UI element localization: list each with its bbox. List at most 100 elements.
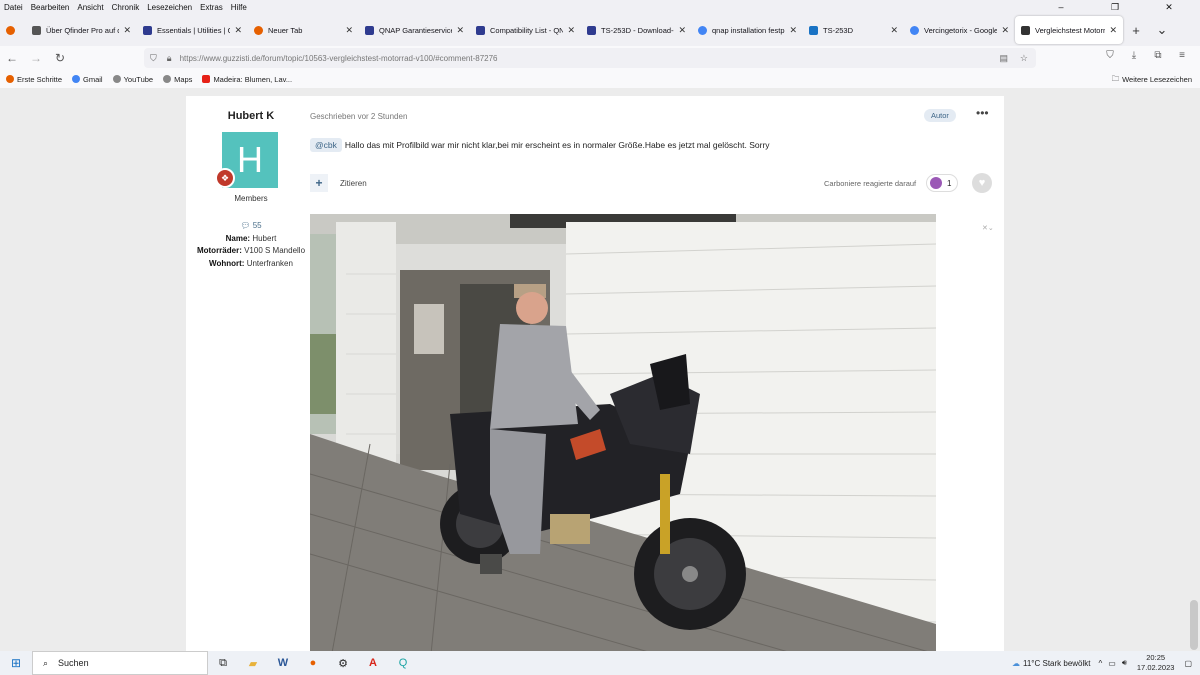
close-icon[interactable]: ✕ (345, 25, 353, 36)
notification-icon[interactable]: ▢ (1184, 659, 1192, 668)
motorcycle-photo (310, 214, 936, 651)
search-icon: ⌕ (43, 657, 49, 668)
google-icon (910, 25, 919, 35)
menu-lesezeichen[interactable]: Lesezeichen (147, 3, 192, 12)
qfinder-icon[interactable]: Q (388, 657, 418, 669)
multiquote-button[interactable]: + (310, 174, 328, 192)
download-icon[interactable]: ⤓ (1122, 50, 1146, 61)
close-icon[interactable]: ✕ (890, 25, 898, 36)
lock-icon[interactable]: 🔒︎ (167, 53, 172, 64)
pocket-icon[interactable]: ⛉ (1098, 50, 1122, 61)
qnap-icon (365, 25, 374, 35)
menu-bearbeiten[interactable]: Bearbeiten (31, 3, 70, 12)
tab-essentials[interactable]: Essentials | Utilities | QN ✕ (137, 16, 248, 44)
member-group: Members (234, 194, 268, 203)
close-icon[interactable]: ✕ (456, 25, 464, 36)
list-tabs-icon[interactable]: ⌄ (1149, 22, 1175, 38)
firefox-icon[interactable]: ● (298, 657, 328, 669)
weather-text[interactable]: 11°C Stark bewölkt (1023, 659, 1091, 668)
task-view-icon[interactable]: ⧉ (208, 657, 238, 670)
tab-neuer-tab[interactable]: Neuer Tab ✕ (248, 16, 359, 44)
close-window-icon[interactable]: ✕ (1146, 0, 1192, 14)
forward-icon[interactable]: → (24, 51, 48, 65)
page-scrollbar[interactable] (1190, 600, 1198, 650)
settings-gear-icon[interactable]: ⚙ (328, 657, 358, 670)
qnap-icon (809, 25, 818, 35)
restore-icon[interactable]: ❐ (1092, 0, 1138, 14)
weather-icon[interactable]: ☁ (1012, 659, 1020, 668)
globe-icon (163, 75, 172, 83)
tab-compatibility[interactable]: Compatibility List - QN ✕ (470, 16, 581, 44)
new-tab-icon[interactable]: + (1123, 23, 1149, 38)
reacted-text[interactable]: Carboniere reagierte darauf (824, 179, 916, 188)
close-icon[interactable]: ✕ (1001, 25, 1009, 36)
menu-datei[interactable]: Datei (4, 3, 23, 12)
menu-ansicht[interactable]: Ansicht (77, 3, 103, 12)
volume-icon[interactable]: 🔊︎ (1122, 658, 1127, 668)
rank-badge-icon: ❖ (215, 168, 235, 188)
menu-hilfe[interactable]: Hilfe (231, 3, 247, 12)
other-bookmarks[interactable]: 🗀 Weitere Lesezeichen (1112, 73, 1192, 86)
tab-vergleichstest[interactable]: Vergleichstest Motorrad ✕ (1015, 16, 1123, 44)
firefox-view-tab[interactable] (0, 16, 26, 44)
menu-icon[interactable]: ≡ (1170, 50, 1194, 61)
image-options-icon[interactable]: ✕⌄ (982, 224, 994, 232)
file-explorer-icon[interactable]: ▰ (238, 657, 268, 670)
close-icon[interactable]: ✕ (123, 25, 131, 36)
menu-bar: Datei Bearbeiten Ansicht Chronik Lesezei… (0, 0, 1200, 14)
youtube-icon (202, 75, 211, 83)
post-body: @cbk Hallo das mit Profilbild war mir ni… (310, 138, 770, 152)
close-icon[interactable]: ✕ (1109, 25, 1117, 36)
extensions-icon[interactable]: ⧉ (1146, 50, 1170, 61)
bookmark-star-icon[interactable]: ☆ (1020, 53, 1028, 64)
quote-button[interactable]: Zitieren (340, 179, 367, 188)
menu-extras[interactable]: Extras (200, 3, 223, 12)
tab-google-qnap[interactable]: qnap installation festpl ✕ (692, 16, 803, 44)
post-count[interactable]: 55 (253, 221, 262, 230)
post-meta[interactable]: Geschrieben vor 2 Stunden (310, 112, 407, 121)
chevron-up-icon[interactable]: ^ (1099, 659, 1103, 668)
mention-link[interactable]: @cbk (310, 138, 342, 152)
firefox-icon (6, 75, 14, 83)
bookmark-gmail[interactable]: Gmail (72, 75, 103, 84)
close-icon[interactable]: ✕ (789, 25, 797, 36)
close-icon[interactable]: ✕ (567, 25, 575, 36)
url-bar[interactable]: ⛉ 🔒︎ https://www.guzzisti.de/forum/topic… (144, 48, 1036, 68)
tab-qfinder[interactable]: Über Qfinder Pro auf das N ✕ (26, 16, 137, 44)
bookmark-madeira[interactable]: Madeira: Blumen, Lav... (202, 75, 292, 84)
windows-start-icon[interactable]: ⊞ (0, 656, 32, 670)
tab-vercingetorix[interactable]: Vercingetorix - Google ✕ (904, 16, 1015, 44)
menu-chronik[interactable]: Chronik (112, 3, 140, 12)
close-icon[interactable]: ✕ (234, 25, 242, 36)
bookmarks-bar: Erste Schritte Gmail YouTube Maps Madeir… (0, 70, 1200, 88)
firefox-icon (254, 25, 263, 35)
tab-ts253d[interactable]: TS-253D ✕ (803, 16, 904, 44)
acrobat-icon[interactable]: A (358, 657, 388, 669)
author-name[interactable]: Hubert K (186, 110, 316, 122)
folder-icon: 🗀 (1111, 74, 1120, 83)
reaction-summary[interactable]: 1 (926, 174, 958, 192)
word-icon[interactable]: W (268, 657, 298, 669)
bookmark-maps[interactable]: Maps (163, 75, 192, 84)
close-icon[interactable]: ✕ (678, 25, 686, 36)
clock[interactable]: 20:25 17.02.2023 (1137, 653, 1175, 673)
shield-icon[interactable]: ⛉ (150, 53, 157, 64)
reload-icon[interactable]: ↻ (48, 51, 72, 65)
reader-view-icon[interactable]: ▤ (999, 53, 1008, 64)
minimize-icon[interactable]: – (1038, 0, 1084, 14)
taskbar-search[interactable]: ⌕ Suchen (32, 651, 208, 675)
post-image[interactable] (310, 214, 936, 651)
author-badge: Autor (924, 109, 956, 122)
url-text[interactable]: https://www.guzzisti.de/forum/topic/1056… (180, 54, 498, 63)
more-options-icon[interactable]: ••• (976, 106, 989, 120)
heart-icon[interactable]: ♥ (972, 173, 992, 193)
page-viewport: Hubert K H ❖ Members 💬︎ 55 Name: Hubert … (0, 88, 1200, 651)
tab-garantieservice[interactable]: QNAP Garantieservice ✕ (359, 16, 470, 44)
bookmark-youtube[interactable]: YouTube (112, 75, 153, 84)
back-icon[interactable]: ← (0, 51, 24, 65)
post-text: Hallo das mit Profilbild war mir nicht k… (344, 140, 770, 150)
bookmark-erste-schritte[interactable]: Erste Schritte (6, 75, 62, 84)
network-icon[interactable]: ▭ (1108, 659, 1116, 668)
author-stats: 💬︎ 55 Name: Hubert Motorräder: V100 S Ma… (196, 221, 306, 268)
tab-download[interactable]: TS-253D - Download-C ✕ (581, 16, 692, 44)
